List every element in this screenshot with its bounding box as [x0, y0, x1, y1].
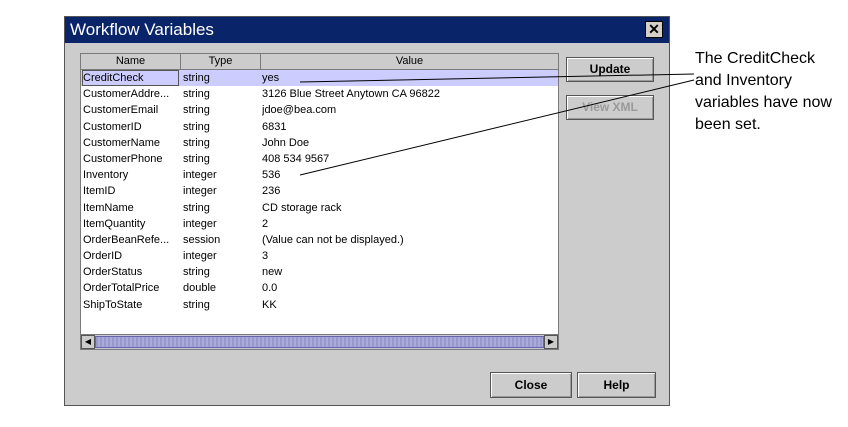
callout-line-inventory	[299, 79, 695, 176]
callout-line-creditcheck	[299, 73, 695, 83]
annotation-text: The CreditCheck and Inventory variables …	[695, 50, 832, 133]
